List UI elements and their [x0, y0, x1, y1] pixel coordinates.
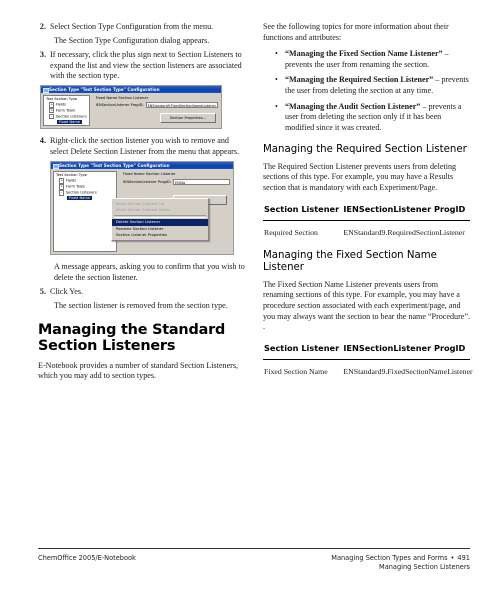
tree-item-label: Fixed Name [67, 196, 93, 201]
fixed-listener-table: Section Listener IENSectionListener Prog… [263, 341, 473, 378]
column-header-progid: IENSectionListener ProgID [342, 202, 470, 221]
cell-progid: ENStandard9.FixedSectionNameListener [343, 366, 473, 376]
footer-chapter-line: Managing Section Types and Forms • 491 [331, 554, 470, 563]
section-body-text: The Fixed Section Name Listener prevents… [263, 279, 470, 332]
expand-icon[interactable]: + [59, 184, 65, 190]
progid-label: IENSectionListener ProgID: [123, 179, 171, 184]
list-item: 5. Click Yes. [38, 287, 245, 298]
window-title: Section Type "Test Section Type" Configu… [49, 86, 160, 92]
cell-section-listener: Fixed Section Name [264, 366, 328, 376]
topic-link-required-section[interactable]: “Managing the Required Section Listener” [285, 75, 433, 84]
cell-progid: ENStandard9.RequiredSectionListener [343, 227, 465, 237]
tree-item-label: Fields [65, 179, 77, 184]
tree-item-label: Form Tools [55, 108, 75, 113]
list-item: “Managing the Required Section Listener”… [275, 75, 470, 96]
list-item: “Managing the Fixed Section Name Listene… [275, 49, 470, 70]
step-result: The section listener is removed from the… [54, 300, 228, 310]
footer-bullet: • [450, 554, 455, 562]
tree-item-label: Fields [55, 102, 67, 107]
column-header-section-listener: Section Listener [263, 202, 343, 221]
section-type-configuration-screenshot: Section Type "Test Section Type" Configu… [40, 84, 222, 129]
topic-link-audit-section[interactable]: “Managing the Audit Section Listener” [285, 102, 420, 111]
tree-item-label: Section Listeners [65, 190, 97, 195]
section-body-text: The Required Section Listener prevents u… [263, 161, 457, 192]
step-text: Click Yes. [50, 287, 84, 297]
right-column: See the following topics for more inform… [263, 22, 473, 532]
list-item: 2. Select Section Type Configuration fro… [38, 22, 245, 33]
step-text: If necessary, click the plus sign next t… [50, 50, 242, 81]
tree-item-label: Fixed Name [57, 119, 83, 124]
window-body: Test Section Type + Fields + Form Tools -S… [41, 92, 221, 128]
list-item: “Managing the Audit Section Listener” – … [275, 102, 470, 134]
topic-bullet-list: “Managing the Fixed Section Name Listene… [263, 49, 470, 133]
expand-icon[interactable]: + [49, 108, 55, 114]
intro-text: See the following topics for more inform… [263, 22, 449, 42]
step-number: 5. [39, 287, 46, 297]
tree-item-label: Section Listeners [55, 114, 87, 119]
tree-item-fixed-name[interactable]: Fixed Name [55, 196, 115, 201]
collapse-icon[interactable]: - [59, 190, 65, 196]
menu-separator [114, 214, 206, 218]
menu-item-move-down[interactable]: Move Section Listener Down [112, 207, 208, 213]
required-listener-table: Section Listener IENSectionListener Prog… [263, 202, 470, 239]
step-text: Select Section Type Configuration from t… [50, 22, 214, 31]
context-menu[interactable]: Move Section Listener Up Move Section Li… [111, 198, 209, 242]
footer-product-name: ChemOffice 2005/E-Notebook [38, 554, 136, 562]
left-column: 2. Select Section Type Configuration fro… [38, 22, 245, 532]
heading-managing-fixed-section-name-listener: Managing the Fixed Section Name Listener [263, 249, 437, 274]
window-icon [53, 164, 59, 170]
document-page: 2. Select Section Type Configuration fro… [0, 0, 500, 600]
listener-properties-pane: Fixed Name Section Listener IENSectionLi… [92, 93, 221, 128]
two-column-layout: 2. Select Section Type Configuration fro… [38, 22, 473, 532]
section-type-tree[interactable]: Test Section Type + Fields + Form Tools -S… [53, 171, 117, 253]
expand-icon[interactable]: + [49, 102, 55, 108]
footer-right-block: Managing Section Types and Forms • 491 Man… [331, 554, 470, 572]
group-label: Fixed Name Section Listener [123, 172, 176, 177]
step-text: Right-click the section listener you wis… [50, 135, 240, 156]
page-number: 491 [457, 554, 470, 562]
step-number: 4. [39, 135, 46, 145]
progid-field-row: IENSectionListener ProgID: ENSta [123, 178, 230, 185]
table-header-row: Section Listener IENSectionListener Prog… [263, 202, 470, 221]
footer-section-title: Managing Section Listeners [379, 563, 470, 571]
window-titlebar: Section Type "Test Section Type" Configu… [51, 162, 233, 170]
column-header-progid: IENSectionListener ProgID [342, 341, 470, 360]
column-header-section-listener: Section Listener [263, 341, 343, 360]
expand-icon[interactable]: + [59, 178, 65, 184]
window-titlebar: Section Type "Test Section Type" Configu… [41, 85, 221, 93]
page-title: Managing the Standard Section Listeners [38, 321, 226, 355]
section-type-tree[interactable]: Test Section Type + Fields + Form Tools -S… [43, 94, 90, 126]
page-footer: ChemOffice 2005/E-Notebook Managing Sect… [38, 548, 470, 572]
group-label: Fixed Name Section Listener [95, 95, 149, 100]
progid-input[interactable]: ENSta [173, 178, 230, 185]
collapse-icon[interactable]: - [49, 113, 55, 120]
progid-field-row: IENSectionListener ProgID: ENStandard9.F… [95, 102, 218, 109]
list-item: 4. Right-click the section listener you … [38, 136, 245, 157]
heading-managing-required-section-listener: Managing the Required Section Listener [263, 144, 467, 156]
window-title: Section Type "Test Section Type" Configu… [59, 163, 170, 169]
table-header-row: Section Listener IENSectionListener Prog… [263, 341, 470, 360]
progid-label: IENSectionListener ProgID: [95, 103, 144, 108]
section-properties-button[interactable]: Section Properties... [160, 112, 216, 123]
step-result: The Section Type Configuration dialog ap… [54, 35, 210, 45]
step-result: A message appears, asking you to confirm… [54, 262, 245, 282]
tree-item-fixed-name[interactable]: Fixed Name [45, 119, 88, 125]
window-icon [43, 87, 49, 93]
section-body-text: E-Notebook provides a number of standard… [38, 360, 239, 381]
menu-item-section-listener-properties[interactable]: Section Listener Properties [112, 232, 208, 238]
table-row: Required Section ENStandard9.RequiredSec… [263, 220, 470, 239]
step-number: 3. [39, 50, 46, 60]
list-item: 3. If necessary, click the plus sign nex… [38, 50, 245, 82]
footer-chapter-title: Managing Section Types and Forms [331, 554, 448, 562]
table-row: Fixed Section Name ENStandard9.FixedSect… [263, 359, 473, 378]
progid-input[interactable]: ENStandard9.FixedSectionNameListener [145, 102, 218, 109]
section-listener-context-menu-screenshot: Section Type "Test Section Type" Configu… [50, 161, 234, 256]
cell-section-listener: Required Section [264, 227, 318, 237]
step-number: 2. [39, 22, 46, 31]
topic-link-fixed-section-name[interactable]: “Managing the Fixed Section Name Listene… [285, 49, 443, 58]
tree-item-label: Form Tools [65, 184, 85, 189]
